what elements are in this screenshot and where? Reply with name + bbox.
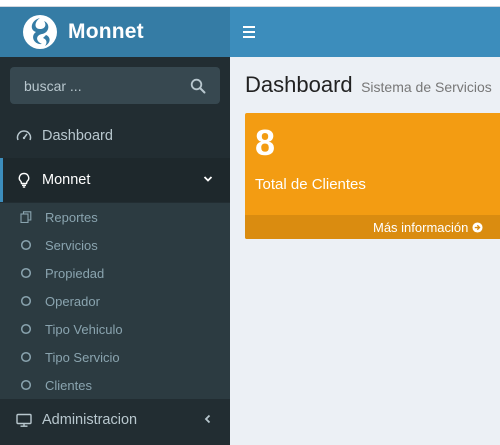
chevron-down-icon (203, 176, 213, 182)
submenu-item-reportes[interactable]: Reportes (0, 203, 230, 231)
page-title: Dashboard (245, 72, 353, 97)
more-info-label: Más información (373, 220, 469, 235)
search-input[interactable] (10, 67, 180, 104)
content-header: Dashboard Sistema de Servicios (245, 72, 492, 98)
sidebar-item-monnet[interactable]: Monnet (0, 158, 230, 202)
submenu-item-clientes[interactable]: Clientes (0, 371, 230, 399)
stat-label: Total de Clientes (255, 176, 366, 193)
sidebar-item-label: Administracion (42, 412, 138, 428)
submenu-item-label: Operador (45, 293, 100, 309)
submenu-item-tipo-servicio[interactable]: Tipo Servicio (0, 343, 230, 371)
submenu-item-label: Clientes (45, 377, 92, 393)
submenu-item-propiedad[interactable]: Propiedad (0, 259, 230, 287)
sidebar-item-administracion[interactable]: Administracion (0, 398, 230, 442)
sidebar-item-dashboard[interactable]: Dashboard (0, 114, 230, 158)
circle-outline-icon (20, 351, 32, 363)
search-icon[interactable] (190, 78, 206, 94)
circle-outline-icon (20, 379, 32, 391)
circle-outline-icon (20, 239, 32, 251)
submenu-item-label: Servicios (45, 237, 98, 253)
stat-box-footer: Más información (245, 215, 500, 239)
hamburger-icon[interactable] (243, 21, 259, 43)
submenu-item-label: Reportes (45, 209, 98, 225)
lightbulb-icon (18, 172, 30, 188)
circle-outline-icon (20, 267, 32, 279)
submenu-item-label: Tipo Vehiculo (45, 321, 123, 337)
page-subtitle: Sistema de Servicios (361, 79, 492, 95)
submenu-item-label: Tipo Servicio (45, 349, 120, 365)
submenu-item-operador[interactable]: Operador (0, 287, 230, 315)
sidebar-item-label: Dashboard (42, 128, 113, 144)
more-info-link[interactable]: Más información (373, 220, 483, 235)
circle-outline-icon (20, 295, 32, 307)
stat-count: 8 (255, 122, 276, 163)
desktop-icon (16, 413, 32, 427)
sidebar-item-label: Monnet (42, 172, 91, 188)
arrow-circle-right-icon (472, 222, 483, 233)
monnet-swirl-logo-icon (23, 15, 57, 49)
sidebar-search (10, 67, 220, 104)
chevron-left-icon (204, 414, 211, 424)
top-navbar (230, 7, 500, 57)
stat-box-total-clientes: 8 Total de Clientes Más información (245, 113, 500, 239)
submenu-item-label: Propiedad (45, 265, 105, 281)
logo-bar[interactable]: Monnet (0, 7, 230, 57)
monnet-submenu: Reportes Servicios Propiedad Operador Ti… (0, 203, 230, 399)
copy-icon (20, 211, 32, 223)
browser-top-strip (0, 0, 500, 7)
circle-outline-icon (20, 323, 32, 335)
sidebar: Dashboard Monnet Reportes Servicios Pro (0, 57, 230, 445)
logo-text: Monnet (68, 20, 144, 43)
submenu-item-tipo-vehiculo[interactable]: Tipo Vehiculo (0, 315, 230, 343)
submenu-item-servicios[interactable]: Servicios (0, 231, 230, 259)
dashboard-gauge-icon (16, 130, 32, 141)
